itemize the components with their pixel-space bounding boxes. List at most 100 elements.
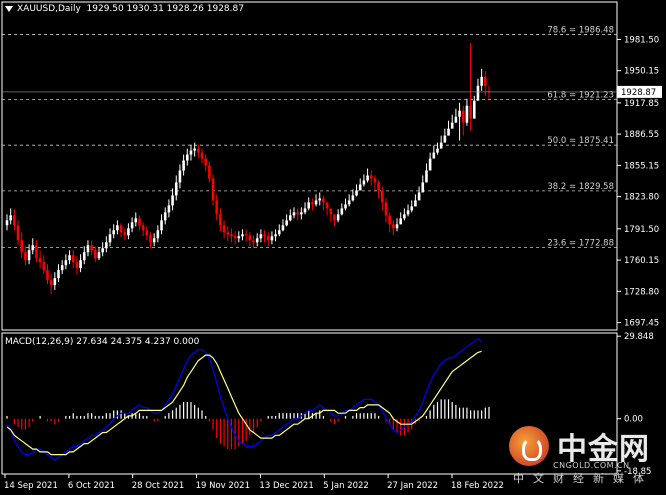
candle-body [237, 236, 241, 239]
fibonacci-level-label: 38.2 = 1829.58 [547, 182, 614, 192]
candle-body [68, 255, 71, 261]
price-pane-frame [1, 1, 618, 331]
fibonacci-level-label: 78.6 = 1986.48 [547, 25, 614, 35]
price-chart-header: XAUUSD,Daily 1929.50 1930.31 1928.26 192… [5, 4, 244, 14]
candle-body [270, 236, 274, 241]
candle-body [101, 248, 104, 253]
candle-body [145, 230, 149, 236]
candle-body [152, 238, 156, 243]
candle-body [355, 190, 358, 196]
candle-body [399, 218, 402, 225]
candle-body [200, 152, 204, 159]
candle-body [447, 128, 450, 136]
candle-body [171, 195, 174, 206]
candle-body [289, 215, 292, 221]
candle-body [417, 192, 421, 201]
candle-body [395, 224, 399, 229]
candle-body [49, 280, 53, 286]
macd-header: MACD(12,26,9) 27.634 24.375 4.237 0.000 [5, 337, 199, 347]
candle-body [134, 218, 138, 223]
candle-body [244, 234, 248, 236]
candle-body [86, 245, 90, 253]
candle-body [458, 110, 461, 117]
x-axis-tick-label: 5 Jan 2022 [323, 481, 369, 491]
macd-label: MACD(12,26,9) 27.634 24.375 4.237 0.000 [5, 337, 200, 347]
logo-url: CNGOLD.COM.CN [553, 461, 630, 470]
candle-body [182, 160, 185, 171]
fibonacci-level-label: 50.0 = 1875.41 [547, 136, 614, 146]
price-y-tick-label: 1760.15 [624, 256, 659, 266]
candle-body [314, 200, 318, 205]
candle-body [274, 234, 277, 237]
candle-body [215, 200, 219, 215]
candle-body [347, 200, 351, 205]
candle-body [149, 235, 152, 243]
candle-body [141, 225, 145, 231]
price-y-tick-label: 1697.45 [624, 319, 659, 329]
candle-body [222, 225, 226, 233]
candle-body [373, 178, 377, 183]
candle-body [340, 208, 344, 215]
candle-body [27, 250, 31, 261]
candle-body [277, 230, 281, 235]
trading-chart-window: 1981.50 1950.15 1917.85 1886.55 1855.15 1823.… [0, 0, 666, 495]
candle-body [79, 260, 82, 269]
candle-body [174, 182, 178, 196]
candle-body [197, 148, 200, 153]
collapse-triangle-icon[interactable] [5, 5, 13, 12]
candle-body [366, 175, 369, 181]
candle-body [351, 195, 355, 201]
candle-body [105, 242, 108, 249]
candle-body [362, 180, 366, 185]
x-axis-tick-label: 18 Feb 2022 [451, 481, 504, 491]
candle-body [252, 240, 255, 243]
candle-body [13, 215, 16, 226]
current-price-label: 1928.87 [621, 88, 656, 98]
candle-body [71, 255, 75, 263]
candle-body [296, 212, 299, 215]
candle-body [443, 135, 447, 143]
candle-body [461, 110, 465, 123]
candle-body [123, 232, 127, 236]
candle-body [108, 234, 112, 243]
candle-body [64, 260, 68, 266]
price-y-tick-label: 1950.15 [624, 67, 659, 77]
candle-body [178, 170, 182, 183]
candle-body [384, 202, 388, 216]
candle-body [450, 122, 454, 129]
candle-body [20, 240, 24, 253]
candle-body [116, 225, 119, 231]
candle-body [193, 148, 196, 151]
candle-body [465, 105, 469, 123]
candle-body [469, 105, 472, 119]
candle-body [156, 230, 160, 239]
candle-body [432, 152, 436, 159]
ohlc-values: 1929.50 1930.31 1928.26 1928.87 [86, 4, 244, 14]
price-y-tick-label: 1886.55 [624, 130, 659, 140]
candle-body [472, 100, 476, 119]
signal-line [6, 350, 482, 456]
candle-body [377, 182, 380, 191]
candle-body [318, 198, 322, 201]
candle-body [35, 245, 38, 259]
candle-body [90, 245, 93, 251]
candle-body [42, 262, 46, 271]
candle-body [46, 270, 49, 281]
price-y-tick-label: 1728.80 [624, 287, 659, 297]
candle-body [410, 206, 414, 211]
candle-body [160, 220, 163, 231]
candle-body [5, 220, 9, 226]
candle-body [388, 215, 391, 225]
candle-body [127, 228, 130, 236]
candle-body [421, 182, 425, 193]
candle-body [414, 200, 417, 207]
candle-body [358, 184, 362, 191]
candle-body [392, 224, 395, 229]
candle-body [322, 198, 325, 203]
candle-body [163, 212, 167, 221]
candle-body [403, 214, 406, 219]
cngold-logo-icon [509, 426, 549, 466]
candle-body [329, 208, 333, 215]
candle-body [325, 202, 329, 209]
candle-body [185, 154, 189, 161]
